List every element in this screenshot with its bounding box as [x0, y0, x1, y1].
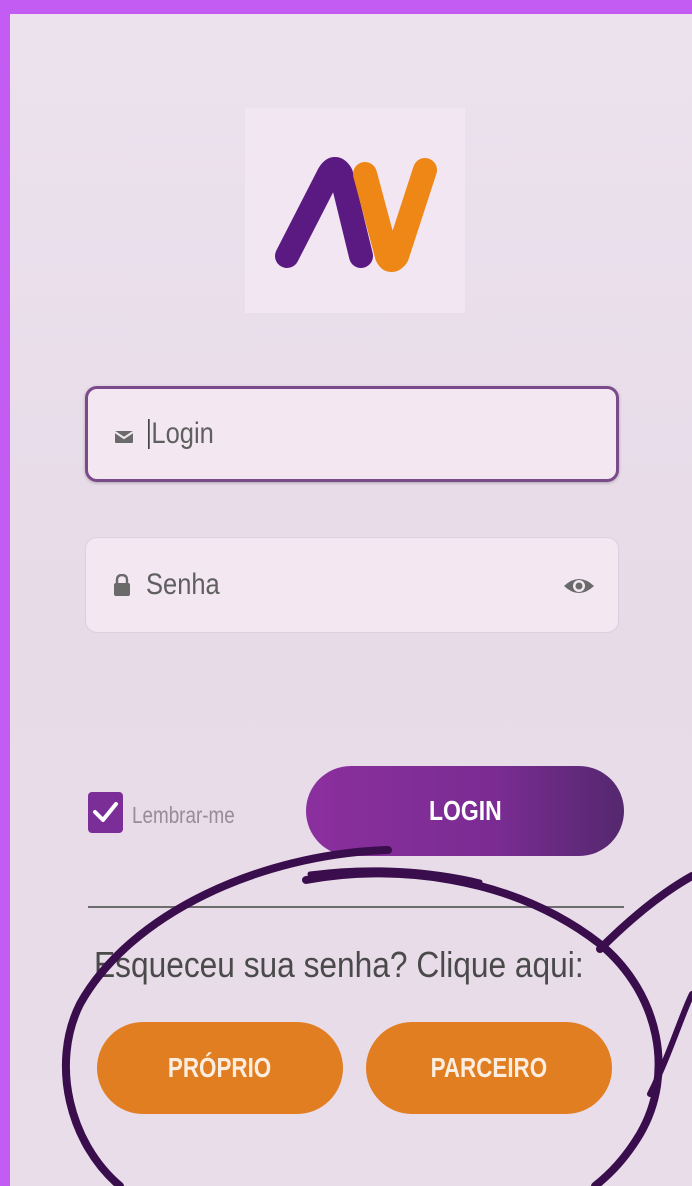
- parceiro-button[interactable]: PARCEIRO: [366, 1022, 612, 1114]
- app-logo: [245, 108, 465, 313]
- remember-me-label[interactable]: Lembrar-me: [132, 802, 235, 829]
- divider: [88, 906, 624, 908]
- password-input[interactable]: Senha: [85, 537, 619, 633]
- lock-icon: [114, 574, 130, 596]
- login-button[interactable]: LOGIN: [306, 766, 624, 856]
- text-cursor: [148, 419, 150, 449]
- login-input[interactable]: Login: [85, 386, 619, 482]
- checkmark-icon: [93, 802, 118, 822]
- proprio-button[interactable]: PRÓPRIO: [97, 1022, 343, 1114]
- parceiro-button-label: PARCEIRO: [430, 1052, 548, 1083]
- forgot-password-text: Esqueceu sua senha? Clique aqui:: [94, 944, 584, 985]
- remember-me-checkbox[interactable]: [88, 792, 123, 833]
- proprio-button-label: PRÓPRIO: [168, 1052, 272, 1083]
- login-button-label: LOGIN: [428, 795, 502, 826]
- envelope-icon: [115, 431, 133, 443]
- password-placeholder: Senha: [146, 568, 220, 601]
- login-placeholder: Login: [151, 417, 214, 450]
- av-logo-icon: [275, 157, 437, 272]
- eye-icon[interactable]: [562, 572, 596, 600]
- login-screen: Login Senha Lembrar-me LOGIN Esqueceu su…: [10, 14, 692, 1186]
